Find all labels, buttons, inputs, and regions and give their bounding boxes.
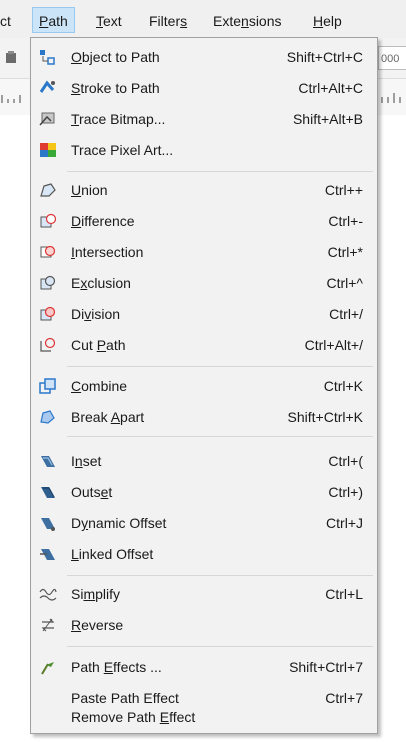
shortcut: Ctrl+Alt+/ (304, 337, 363, 353)
shortcut: Shift+Ctrl+C (286, 49, 363, 65)
shortcut: Shift+Alt+B (292, 111, 363, 127)
division-icon (40, 306, 56, 321)
object-to-path-icon (40, 50, 55, 65)
trace-pixel-art-icon (40, 143, 56, 157)
menu-item-inset[interactable]: Inset Ctrl+( (33, 446, 375, 476)
menu-separator (67, 171, 373, 172)
menu-item-cut-path[interactable]: Cut Path Ctrl+Alt+/ (33, 330, 375, 360)
break-apart-icon (40, 410, 55, 424)
menu-item-trace-bitmap[interactable]: Trace Bitmap... Shift+Alt+B (33, 104, 375, 134)
menu-item-simplify[interactable]: Simplify Ctrl+L (33, 579, 375, 609)
toolbar-tool-icon[interactable] (4, 50, 20, 66)
shortcut: Shift+Ctrl+K (287, 409, 363, 425)
menu-item-difference[interactable]: Difference Ctrl+- (33, 206, 375, 236)
menu-separator (67, 646, 373, 647)
menu-item-combine[interactable]: Combine Ctrl+K (33, 371, 375, 401)
menu-item-intersection[interactable]: Intersection Ctrl+* (33, 237, 375, 267)
shortcut: Ctrl+L (325, 586, 363, 602)
menu-path[interactable]: Path (32, 7, 75, 33)
menu-help[interactable]: Help (313, 10, 342, 32)
shortcut: Ctrl+Alt+C (298, 80, 363, 96)
stroke-to-path-icon (39, 80, 55, 93)
shortcut: Ctrl+( (328, 453, 363, 469)
menu-separator (67, 575, 373, 576)
menu-text[interactable]: Text (96, 10, 122, 32)
menu-item-division[interactable]: Division Ctrl+/ (33, 299, 375, 329)
outset-icon (41, 487, 55, 498)
menu-filters[interactable]: Filters (149, 10, 187, 32)
simplify-icon (39, 588, 57, 601)
shortcut: Ctrl+* (327, 244, 363, 260)
combine-icon (39, 378, 56, 394)
shortcut: Ctrl+/ (329, 306, 363, 322)
union-icon (40, 183, 56, 197)
menu-extensions[interactable]: Extensions (213, 10, 282, 32)
ruler-ticks-right (381, 93, 401, 103)
menu-item-path-effects[interactable]: Path Effects ... Shift+Ctrl+7 (33, 652, 375, 682)
shortcut: Ctrl+- (328, 213, 363, 229)
trace-bitmap-icon (39, 112, 55, 126)
inset-icon (41, 456, 55, 467)
reverse-icon (41, 618, 55, 632)
exclusion-icon (40, 275, 56, 290)
menu-item-break-apart[interactable]: Break Apart Shift+Ctrl+K (33, 402, 375, 432)
path-effects-icon (41, 662, 54, 675)
menu-item-outset[interactable]: Outset Ctrl+) (33, 477, 375, 507)
intersection-icon (40, 245, 56, 258)
menu-item-union[interactable]: Union Ctrl++ (33, 175, 375, 205)
menu-item-dynamic-offset[interactable]: Dynamic Offset Ctrl+J (33, 508, 375, 538)
shortcut: Ctrl++ (324, 182, 363, 198)
menu-separator (67, 436, 373, 437)
linked-offset-icon (40, 549, 55, 560)
menu-item-trace-pixel-art[interactable]: Trace Pixel Art... (33, 135, 375, 165)
path-menu-dropdown: Object to Path Shift+Ctrl+C Stroke to Pa… (30, 37, 378, 734)
cut-path-icon (40, 337, 56, 352)
menu-item-object-to-path[interactable]: Object to Path Shift+Ctrl+C (33, 42, 375, 72)
menu-item-linked-offset[interactable]: Linked Offset (33, 539, 375, 569)
toolbar-number-field[interactable]: 000 (378, 46, 406, 70)
menu-separator (67, 366, 373, 367)
shortcut: Ctrl+^ (326, 275, 363, 291)
shortcut: Ctrl+K (323, 378, 363, 394)
dynamic-offset-icon (41, 518, 55, 531)
shortcut: Shift+Ctrl+7 (289, 659, 363, 675)
difference-icon (40, 213, 57, 228)
menu-item-remove-path-effect[interactable]: Remove Path Effect (33, 702, 375, 732)
menu-item-stroke-to-path[interactable]: Stroke to Path Ctrl+Alt+C (33, 73, 375, 103)
shortcut: Ctrl+) (328, 484, 363, 500)
shortcut: Ctrl+J (326, 515, 363, 531)
menu-item-reverse[interactable]: Reverse (33, 610, 375, 640)
menu-item-exclusion[interactable]: Exclusion Ctrl+^ (33, 268, 375, 298)
menu-extensions-prev[interactable]: ct (0, 10, 11, 32)
menubar: ct Path Text Filters Extensions Help (0, 0, 406, 38)
ruler-ticks-left (1, 95, 21, 103)
